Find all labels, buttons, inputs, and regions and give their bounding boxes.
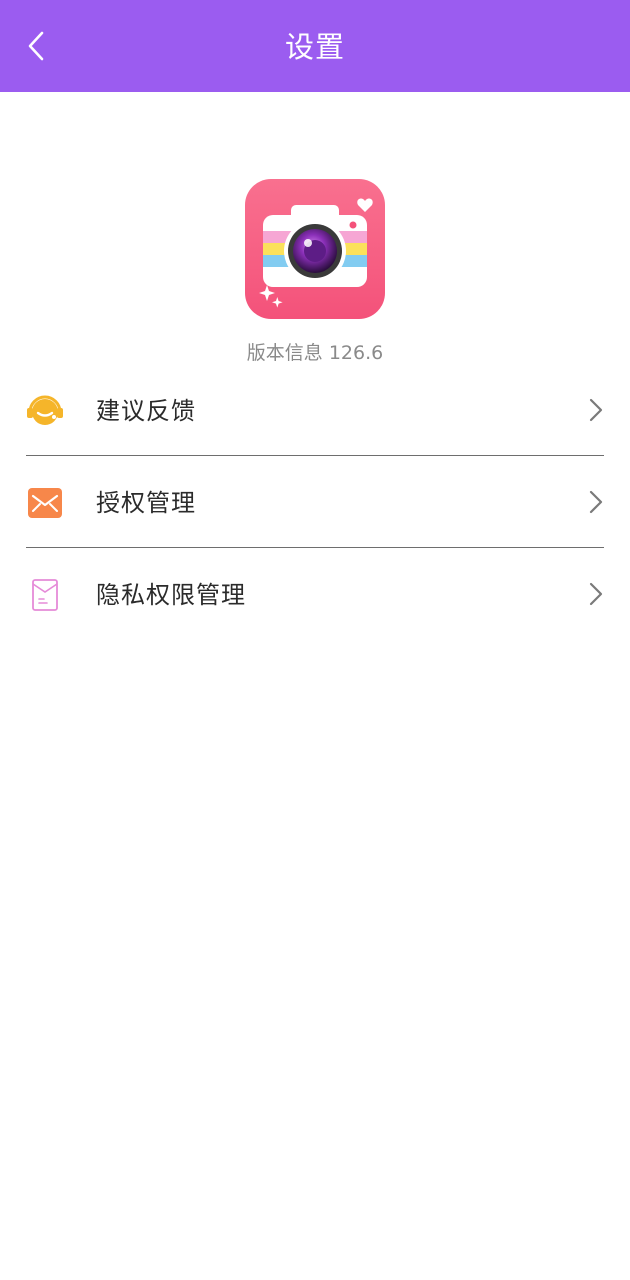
menu-item-label: 建议反馈 [96, 397, 196, 425]
settings-menu: 建议反馈 授权管理 隐私权限管理 [26, 364, 604, 640]
menu-item-authorization[interactable]: 授权管理 [26, 456, 604, 548]
headset-icon [26, 392, 64, 430]
document-icon [26, 576, 64, 614]
menu-item-privacy-permissions[interactable]: 隐私权限管理 [26, 548, 604, 640]
app-header: 设置 [0, 0, 630, 92]
chevron-right-icon [589, 582, 603, 606]
version-info: 版本信息 126.6 [246, 342, 384, 364]
menu-item-label: 隐私权限管理 [96, 581, 246, 609]
chevron-right-icon [589, 490, 603, 514]
camera-app-icon [245, 179, 385, 319]
envelope-icon [26, 484, 64, 522]
menu-item-feedback[interactable]: 建议反馈 [26, 364, 604, 456]
page-title: 设置 [284, 30, 345, 64]
app-logo [245, 179, 385, 319]
menu-item-label: 授权管理 [96, 489, 196, 517]
chevron-right-icon [589, 398, 603, 422]
